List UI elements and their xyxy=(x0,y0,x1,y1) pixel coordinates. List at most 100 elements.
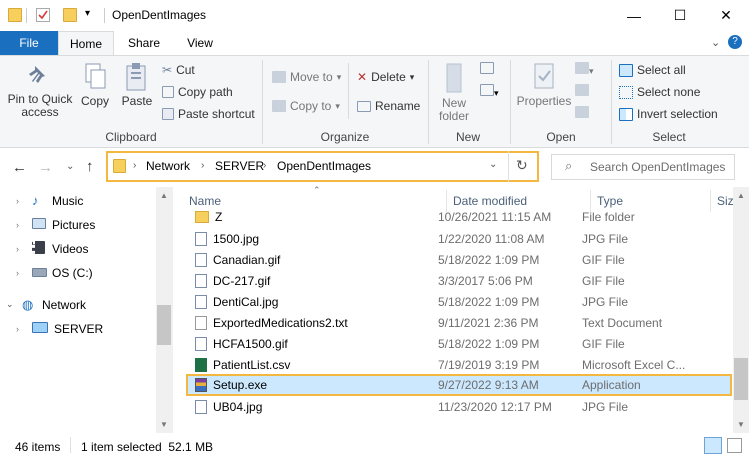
table-row[interactable]: PatientList.csv 7/19/2019 3:19 PM Micros… xyxy=(186,354,732,375)
refresh-icon[interactable]: ↻ xyxy=(516,157,528,174)
divider[interactable] xyxy=(446,190,447,212)
status-item-count: 46 items xyxy=(15,440,61,454)
file-date: 11/23/2020 12:17 PM xyxy=(438,399,552,414)
maximize-button[interactable]: ☐ xyxy=(657,0,703,31)
open-button[interactable]: ▾ xyxy=(575,62,599,76)
address-dropdown-icon[interactable]: ⌄ xyxy=(489,159,497,170)
pin-to-quick-access-button[interactable]: Pin to Quick access xyxy=(6,62,74,126)
file-type: JPG File xyxy=(582,294,629,309)
nav-item-videos[interactable]: › Videos xyxy=(16,237,88,260)
new-group-label: New xyxy=(455,130,480,144)
jpg-file-icon xyxy=(195,399,207,414)
divider[interactable] xyxy=(710,190,711,212)
copy-path-button[interactable]: Copy path xyxy=(162,83,233,101)
file-type: Text Document xyxy=(582,315,663,330)
tab-home[interactable]: Home xyxy=(58,31,114,55)
breadcrumb-network[interactable]: Network xyxy=(146,159,190,173)
expand-chevron-icon[interactable]: › xyxy=(16,196,32,206)
rename-button[interactable]: Rename xyxy=(357,97,420,115)
recent-locations-icon[interactable]: ⌄ xyxy=(66,161,74,172)
expand-chevron-icon[interactable]: › xyxy=(16,244,32,254)
column-header-size[interactable]: Siz xyxy=(717,194,734,208)
edit-button[interactable] xyxy=(575,84,595,98)
help-icon[interactable]: ? xyxy=(728,35,742,49)
breadcrumb-server[interactable]: SERVER xyxy=(215,159,264,173)
new-folder-button[interactable]: New folder xyxy=(434,62,474,124)
table-row-selected[interactable]: Setup.exe 9/27/2022 9:13 AM Application xyxy=(186,374,732,396)
table-row[interactable]: Z 10/26/2021 11:15 AM File folder xyxy=(186,211,732,225)
delete-button[interactable]: ✕ Delete ▾ xyxy=(357,68,414,86)
scroll-down-icon[interactable]: ▼ xyxy=(160,420,168,429)
expand-chevron-icon[interactable]: › xyxy=(16,220,32,230)
select-none-button[interactable]: Select none xyxy=(619,83,700,101)
paste-button[interactable]: Paste xyxy=(118,62,156,116)
select-all-button[interactable]: Select all xyxy=(619,61,686,79)
tab-view[interactable]: View xyxy=(174,31,226,55)
breadcrumb-chevron-icon: › xyxy=(133,160,137,171)
rename-icon xyxy=(357,100,371,112)
nav-item-music[interactable]: › ♪ Music xyxy=(16,189,83,212)
column-header-name[interactable]: Name xyxy=(189,194,221,208)
copy-path-icon xyxy=(162,86,174,98)
breadcrumb-opendentimages[interactable]: OpenDentImages xyxy=(277,159,371,173)
collapse-chevron-icon[interactable]: ⌄ xyxy=(6,299,22,310)
move-to-label: Move to xyxy=(290,70,333,84)
divider[interactable] xyxy=(590,190,591,212)
copy-button[interactable]: Copy xyxy=(78,62,112,116)
move-to-button[interactable]: Move to ▾ xyxy=(272,68,341,86)
paste-shortcut-button[interactable]: Paste shortcut xyxy=(162,105,255,123)
pin-label: Pin to Quick access xyxy=(7,92,73,119)
status-selection: 1 item selected 52.1 MB xyxy=(81,440,214,454)
new-folder-quick-icon[interactable] xyxy=(63,8,77,22)
cut-button[interactable]: ✂ Cut xyxy=(162,61,195,79)
history-button[interactable] xyxy=(575,106,595,120)
copy-to-button[interactable]: Copy to ▾ xyxy=(272,97,340,115)
close-button[interactable]: ✕ xyxy=(703,0,749,31)
minimize-button[interactable]: — xyxy=(611,0,657,31)
table-row[interactable]: 1500.jpg 1/22/2020 11:08 AM JPG File xyxy=(186,228,732,249)
large-icons-view-icon[interactable] xyxy=(727,438,742,453)
music-icon: ♪ xyxy=(32,193,39,208)
column-header-date[interactable]: Date modified xyxy=(453,194,527,208)
nav-item-server[interactable]: › SERVER xyxy=(16,317,103,340)
paste-shortcut-label: Paste shortcut xyxy=(178,107,255,121)
new-item-button[interactable] xyxy=(480,62,500,76)
nav-scroll-thumb[interactable] xyxy=(157,305,171,345)
expand-chevron-icon[interactable]: › xyxy=(16,268,32,278)
table-row[interactable]: DentiCal.jpg 5/18/2022 1:09 PM JPG File xyxy=(186,291,732,312)
file-list-scroll-thumb[interactable] xyxy=(734,358,748,400)
scroll-down-icon[interactable]: ▼ xyxy=(737,420,745,429)
table-row[interactable]: Canadian.gif 5/18/2022 1:09 PM GIF File xyxy=(186,249,732,270)
forward-arrow-icon[interactable]: → xyxy=(38,159,53,176)
details-view-icon[interactable] xyxy=(704,437,722,454)
tab-share[interactable]: Share xyxy=(118,31,170,55)
column-header-type[interactable]: Type xyxy=(597,194,623,208)
search-icon: ⌕ xyxy=(565,158,573,173)
table-row[interactable]: DC-217.gif 3/3/2017 5:06 PM GIF File xyxy=(186,270,732,291)
open-group-label: Open xyxy=(546,130,576,144)
easy-access-button[interactable]: ▾ xyxy=(480,84,502,98)
invert-selection-button[interactable]: Invert selection xyxy=(619,105,718,123)
nav-item-os-c[interactable]: › OS (C:) xyxy=(16,261,93,284)
expand-chevron-icon[interactable]: › xyxy=(16,324,32,334)
move-to-icon xyxy=(272,71,286,83)
nav-item-pictures[interactable]: › Pictures xyxy=(16,213,95,236)
tab-file[interactable]: File xyxy=(0,31,58,55)
table-row[interactable]: UB04.jpg 11/23/2020 12:17 PM JPG File xyxy=(186,396,732,417)
file-date: 10/26/2021 11:15 AM xyxy=(438,211,552,224)
file-name: UB04.jpg xyxy=(213,399,263,414)
table-row[interactable]: HCFA1500.gif 5/18/2022 1:09 PM GIF File xyxy=(186,333,732,354)
scroll-up-icon[interactable]: ▲ xyxy=(160,191,168,200)
properties-quick-icon[interactable] xyxy=(36,8,50,22)
invert-selection-icon xyxy=(619,107,633,121)
back-arrow-icon[interactable]: ← xyxy=(12,159,27,176)
scroll-up-icon[interactable]: ▲ xyxy=(737,191,745,200)
up-arrow-icon[interactable]: ↑ xyxy=(86,158,94,175)
collapse-ribbon-icon[interactable]: ⌄ xyxy=(711,36,720,49)
customize-quick-access-icon[interactable]: ▾ xyxy=(85,8,90,19)
divider xyxy=(510,60,511,144)
file-type: JPG File xyxy=(582,399,629,414)
properties-button[interactable]: Properties xyxy=(516,62,572,118)
nav-item-network[interactable]: ⌄ ◍ Network xyxy=(6,293,86,316)
table-row[interactable]: ExportedMedications2.txt 9/11/2021 2:36 … xyxy=(186,312,732,333)
